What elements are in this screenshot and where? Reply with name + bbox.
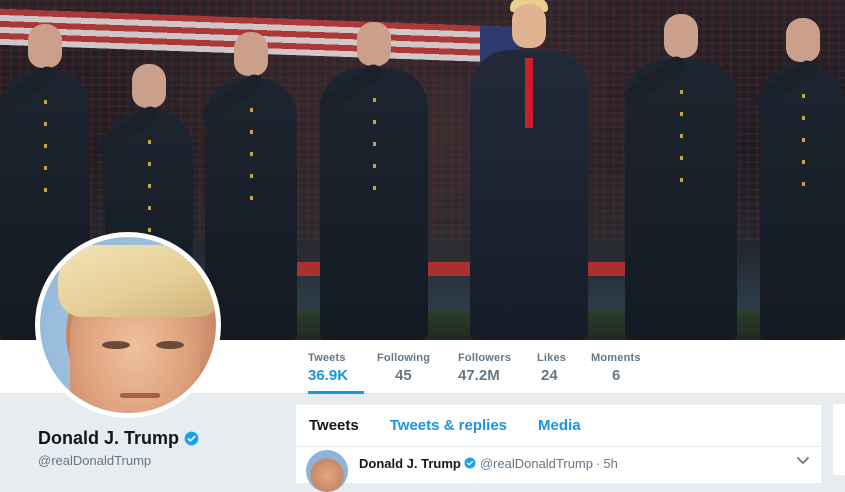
soldier-figure [751,18,845,340]
verified-badge-icon [184,431,199,446]
tweet-timestamp[interactable]: 5h [603,456,617,471]
stat-label: Following [377,352,431,364]
stat-label: Moments [591,352,641,364]
tweet-separator: · [596,455,601,471]
stat-following[interactable]: Following 45 [377,340,439,394]
stat-likes[interactable]: Likes 24 [537,340,577,394]
stat-followers[interactable]: Followers 47.2M [458,340,520,394]
profile-avatar[interactable] [35,232,221,418]
chevron-down-icon[interactable] [797,457,809,465]
stat-moments[interactable]: Moments 6 [591,340,651,394]
stat-label: Followers [458,352,512,364]
soldier-figure [198,32,297,340]
tweet-author-handle[interactable]: @realDonaldTrump [480,456,593,471]
stat-label: Tweets [308,352,346,364]
stat-value: 47.2M [458,367,500,384]
tweet-header: Donald J. Trump @realDonaldTrump · 5h [296,447,821,492]
timeline-panel: Tweets Tweets & replies Media Donald J. … [295,404,822,492]
stat-value: 45 [395,367,412,384]
profile-handle[interactable]: @realDonaldTrump [38,453,278,468]
man-in-suit-figure [470,0,588,340]
tab-tweets[interactable]: Tweets [309,417,359,434]
tab-media[interactable]: Media [538,417,581,434]
timeline-tabs: Tweets Tweets & replies Media [296,405,821,447]
tab-tweets-and-replies[interactable]: Tweets & replies [390,417,507,434]
stat-value: 6 [612,367,621,384]
tweet-author-name[interactable]: Donald J. Trump [359,456,461,471]
stat-label: Likes [537,352,567,364]
verified-badge-icon [464,457,476,469]
profile-name[interactable]: Donald J. Trump [38,428,179,449]
tweet-avatar[interactable] [306,450,348,492]
profile-card: Donald J. Trump @realDonaldTrump [38,428,278,468]
stat-value: 36.9K [308,367,349,384]
right-sidebar-edge [833,404,845,475]
stat-value: 24 [541,367,558,384]
soldier-figure [317,22,428,340]
stat-tweets[interactable]: Tweets 36.9K [308,340,364,394]
soldier-figure [620,14,737,340]
